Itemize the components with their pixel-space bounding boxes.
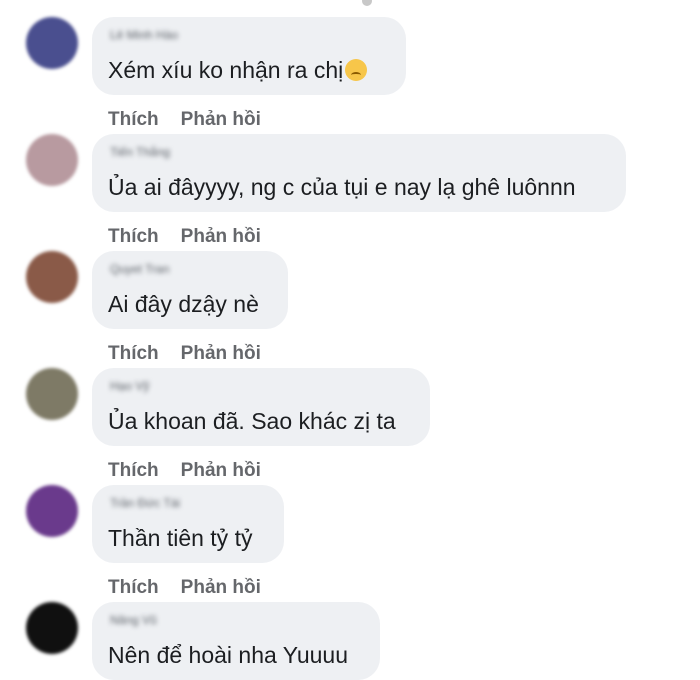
like-button[interactable]: Thích xyxy=(108,109,159,131)
comment-bubble: Hạo Vỹ Ủa khoan đã. Sao khác zị ta xyxy=(92,368,430,446)
like-button[interactable]: Thích xyxy=(108,226,159,248)
comment-bubble: Lê Minh Hào Xém xíu ko nhận ra chị xyxy=(92,17,406,95)
avatar[interactable] xyxy=(26,485,78,537)
comment-bubble: Quyet Tran Ai đây dzậy nè xyxy=(92,251,288,329)
comment-bubble: Năng Vũ Nên để hoài nha Yuuuu xyxy=(92,602,380,680)
like-button[interactable]: Thích xyxy=(108,460,159,482)
reply-button[interactable]: Phản hồi xyxy=(181,109,261,131)
reply-button[interactable]: Phản hồi xyxy=(181,226,261,248)
comment-actions: Thích Phản hồi xyxy=(108,343,261,365)
comment-text: Ủa ai đâyyyy, ng c của tụi e nay lạ ghê … xyxy=(108,174,576,200)
pleading-face-emoji-icon xyxy=(345,59,368,81)
comment-actions: Thích Phản hồi xyxy=(108,460,261,482)
avatar[interactable] xyxy=(26,602,78,654)
commenter-name[interactable]: Quyet Tran xyxy=(108,259,272,279)
like-button[interactable]: Thích xyxy=(108,343,159,365)
avatar[interactable] xyxy=(26,368,78,420)
comment-actions: Thích Phản hồi xyxy=(108,226,261,248)
comment-actions: Thích Phản hồi xyxy=(108,577,261,599)
avatar[interactable] xyxy=(26,134,78,186)
comment-text: Thần tiên tỷ tỷ xyxy=(108,525,253,551)
like-button[interactable]: Thích xyxy=(108,577,159,599)
avatar[interactable] xyxy=(26,17,78,69)
comment-actions: Thích Phản hồi xyxy=(108,109,261,131)
commenter-name[interactable]: Tiến Thắng xyxy=(108,142,610,162)
reply-button[interactable]: Phản hồi xyxy=(181,577,261,599)
comment-text: Xém xíu ko nhận ra chị xyxy=(108,55,390,85)
avatar[interactable] xyxy=(26,251,78,303)
comment-text: Ủa khoan đã. Sao khác zị ta xyxy=(108,408,396,434)
comment-text: Ai đây dzậy nè xyxy=(108,291,259,317)
reply-button[interactable]: Phản hồi xyxy=(181,343,261,365)
comment-bubble: Tiến Thắng Ủa ai đâyyyy, ng c của tụi e … xyxy=(92,134,626,212)
commenter-name[interactable]: Năng Vũ xyxy=(108,610,364,630)
comment-text: Nên để hoài nha Yuuuu xyxy=(108,642,349,668)
comment-bubble: Trần Đức Tài Thần tiên tỷ tỷ xyxy=(92,485,284,563)
commenter-name[interactable]: Trần Đức Tài xyxy=(108,493,268,513)
commenter-name[interactable]: Lê Minh Hào xyxy=(108,25,390,45)
commenter-name[interactable]: Hạo Vỹ xyxy=(108,376,414,396)
reply-button[interactable]: Phản hồi xyxy=(181,460,261,482)
scroll-indicator xyxy=(362,0,372,6)
